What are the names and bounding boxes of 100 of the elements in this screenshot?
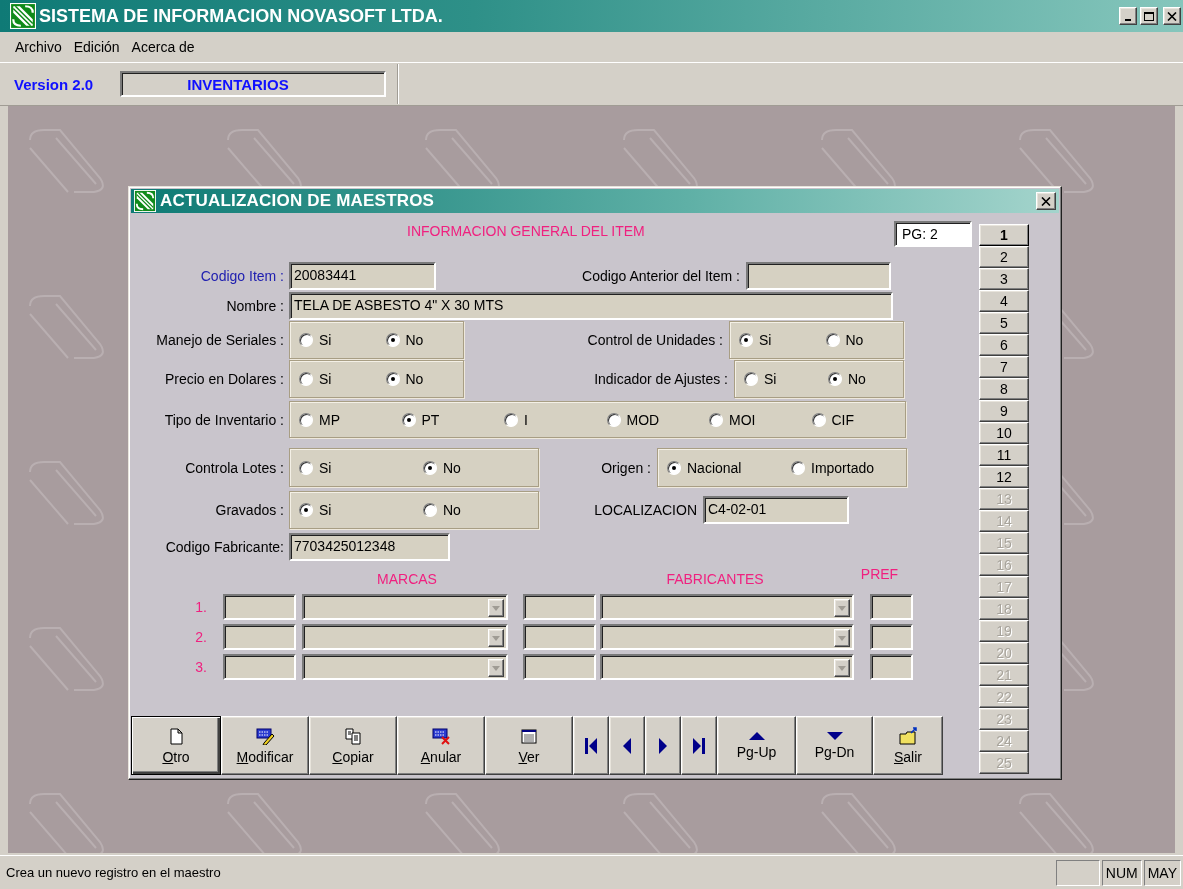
window-title: SISTEMA DE INFORMACION NOVASOFT LTDA. [39,5,444,27]
radio-option[interactable]: MOD [597,411,700,428]
text-field[interactable]: C4-02-01 [703,496,849,524]
maximize-button[interactable] [1140,7,1158,25]
radio-option[interactable]: No [816,332,903,348]
nav-action-button[interactable] [609,716,645,775]
row-number: 1. [194,599,207,615]
triangle-down-icon [826,731,843,740]
page-tab[interactable]: 11 [979,444,1029,466]
text-field[interactable]: TELA DE ASBESTO 4" X 30 MTS [289,292,893,320]
page-tab[interactable]: 2 [979,246,1029,268]
text-field[interactable] [746,262,891,290]
action-button[interactable]: Ver [485,716,573,775]
window-icon [519,726,539,745]
field-label: Nombre : [225,298,284,314]
menu-item[interactable]: Edición [67,39,126,55]
page-tab[interactable]: 10 [979,422,1029,444]
column-header: PREF [859,566,900,582]
pencil-icon [255,726,275,745]
minimize-button[interactable] [1119,7,1137,25]
radio-option[interactable]: No [376,332,463,348]
input-field[interactable] [223,594,296,620]
input-field[interactable] [523,624,596,650]
radio-option[interactable]: No [414,502,538,518]
page-tab[interactable]: 5 [979,312,1029,334]
input-field[interactable] [523,654,596,680]
input-field[interactable] [870,654,913,680]
caret-icon [834,659,850,677]
action-button[interactable]: Pg-Dn [796,716,873,775]
radio-option[interactable]: Si [735,371,819,387]
action-button[interactable]: Salir [873,716,943,775]
input-field[interactable] [870,594,913,620]
field-label: Indicador de Ajustes : [594,371,728,387]
field-label: Codigo Item : [199,268,284,284]
radio-option[interactable]: MP [290,411,393,428]
action-button[interactable]: Anular [397,716,485,775]
row-number: 2. [194,629,207,645]
radio-option[interactable]: Si [730,332,817,348]
dropdown-field[interactable] [302,654,508,680]
page-tab[interactable]: 7 [979,356,1029,378]
action-button[interactable]: Pg-Up [717,716,796,775]
radio-option[interactable]: I [495,411,598,428]
column-header: MARCAS [376,571,438,587]
status-indicator: NUM [1101,859,1142,886]
radio-option[interactable]: No [376,371,463,387]
input-field[interactable] [223,624,296,650]
field-label: Manejo de Seriales : [155,332,284,348]
field-label: Origen : [601,459,651,476]
triangle-right-icon [659,737,667,754]
triangle-left-icon [623,737,631,754]
action-button[interactable]: Otro [131,716,221,775]
dropdown-field[interactable] [600,594,854,620]
radio-option[interactable]: No [414,459,538,476]
radio-option[interactable]: Nacional [658,459,782,476]
input-field[interactable] [870,624,913,650]
radio-option[interactable]: CIF [802,411,905,428]
action-button[interactable]: Modificar [221,716,309,775]
close-button[interactable] [1163,7,1181,25]
close-button[interactable] [1036,192,1056,210]
column-header: FABRICANTES [665,571,765,587]
status-panel [1055,859,1100,886]
field-label: Control de Unidades : [587,332,723,348]
skip-forward-icon [693,737,705,754]
page-tab[interactable]: 6 [979,334,1029,356]
page-tab[interactable]: 4 [979,290,1029,312]
radio-option[interactable]: MOI [700,411,803,428]
maximize-icon [1144,11,1154,21]
menu-item[interactable]: Acerca de [125,39,201,55]
menu-item[interactable]: Archivo [9,39,68,55]
page-tab[interactable]: 1 [979,224,1029,246]
radio-option[interactable]: Si [290,332,377,348]
text-field[interactable]: 20083441 [289,262,436,290]
input-field[interactable] [523,594,596,620]
caret-icon [488,629,504,647]
status-message: Crea un nuevo registro en el maestro [6,865,222,880]
page-tab[interactable]: 12 [979,466,1029,488]
nav-action-button[interactable] [573,716,609,775]
radio-option[interactable]: Importado [782,459,906,476]
radio-option[interactable]: PT [392,411,495,428]
cross-icon [431,726,451,745]
nav-action-button[interactable] [681,716,717,775]
copy-icon [343,726,363,745]
dropdown-field[interactable] [600,654,854,680]
field-label: Tipo de Inventario : [163,411,284,428]
radio-option[interactable]: Si [290,371,377,387]
field-label: Gravados : [214,502,284,518]
input-field[interactable] [223,654,296,680]
page-tab[interactable]: 9 [979,400,1029,422]
caret-icon [488,659,504,677]
page-tab[interactable]: 3 [979,268,1029,290]
radio-option[interactable]: Si [290,502,414,518]
dropdown-field[interactable] [600,624,854,650]
text-field[interactable]: 7703425012348 [289,533,450,561]
dropdown-field[interactable] [302,624,508,650]
radio-option[interactable]: Si [290,459,414,476]
nav-action-button[interactable] [645,716,681,775]
radio-option[interactable]: No [819,371,903,387]
dropdown-field[interactable] [302,594,508,620]
action-button[interactable]: Copiar [309,716,397,775]
page-tab[interactable]: 8 [979,378,1029,400]
